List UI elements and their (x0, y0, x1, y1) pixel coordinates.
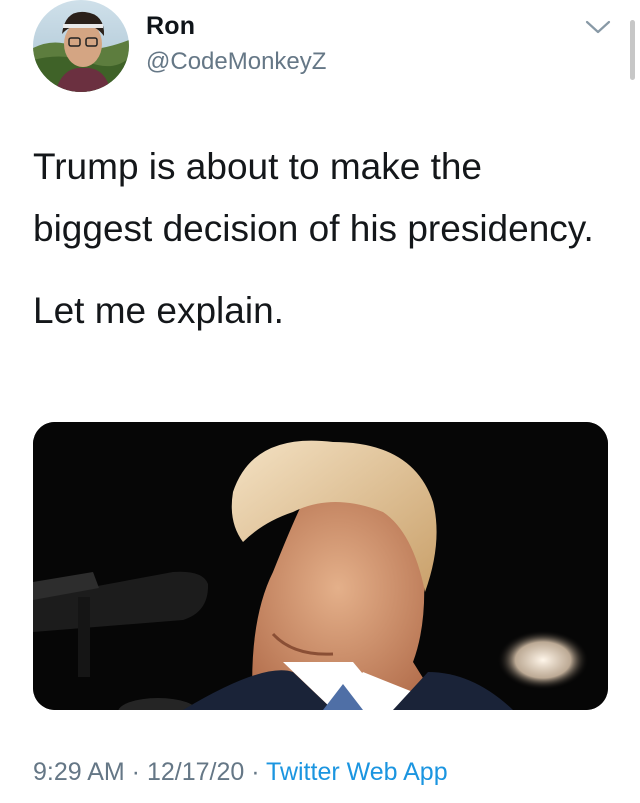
meta-separator: · (244, 758, 267, 786)
avatar-image (33, 0, 129, 92)
tweet-metadata: 9:29 AM · 12/17/20 · Twitter Web App (33, 758, 448, 787)
tweet-photo[interactable] (33, 422, 608, 710)
meta-separator: · (124, 758, 147, 786)
tweet-paragraph: Let me explain. (33, 290, 284, 331)
tweet-detail: Ron @CodeMonkeyZ Trump is about to make … (0, 0, 640, 803)
tweet-date[interactable]: 12/17/20 (147, 758, 244, 786)
tweet-source-link[interactable]: Twitter Web App (266, 758, 448, 786)
avatar[interactable] (33, 0, 129, 92)
user-handle[interactable]: @CodeMonkeyZ (146, 48, 326, 76)
photo-image (33, 422, 608, 710)
chevron-down-icon[interactable] (584, 16, 612, 38)
scrollbar[interactable] (630, 20, 635, 80)
display-name[interactable]: Ron (146, 12, 195, 41)
tweet-paragraph: Trump is about to make the biggest decis… (33, 146, 594, 249)
tweet-time[interactable]: 9:29 AM (33, 758, 125, 786)
tweet-text: Trump is about to make the biggest decis… (33, 136, 608, 342)
